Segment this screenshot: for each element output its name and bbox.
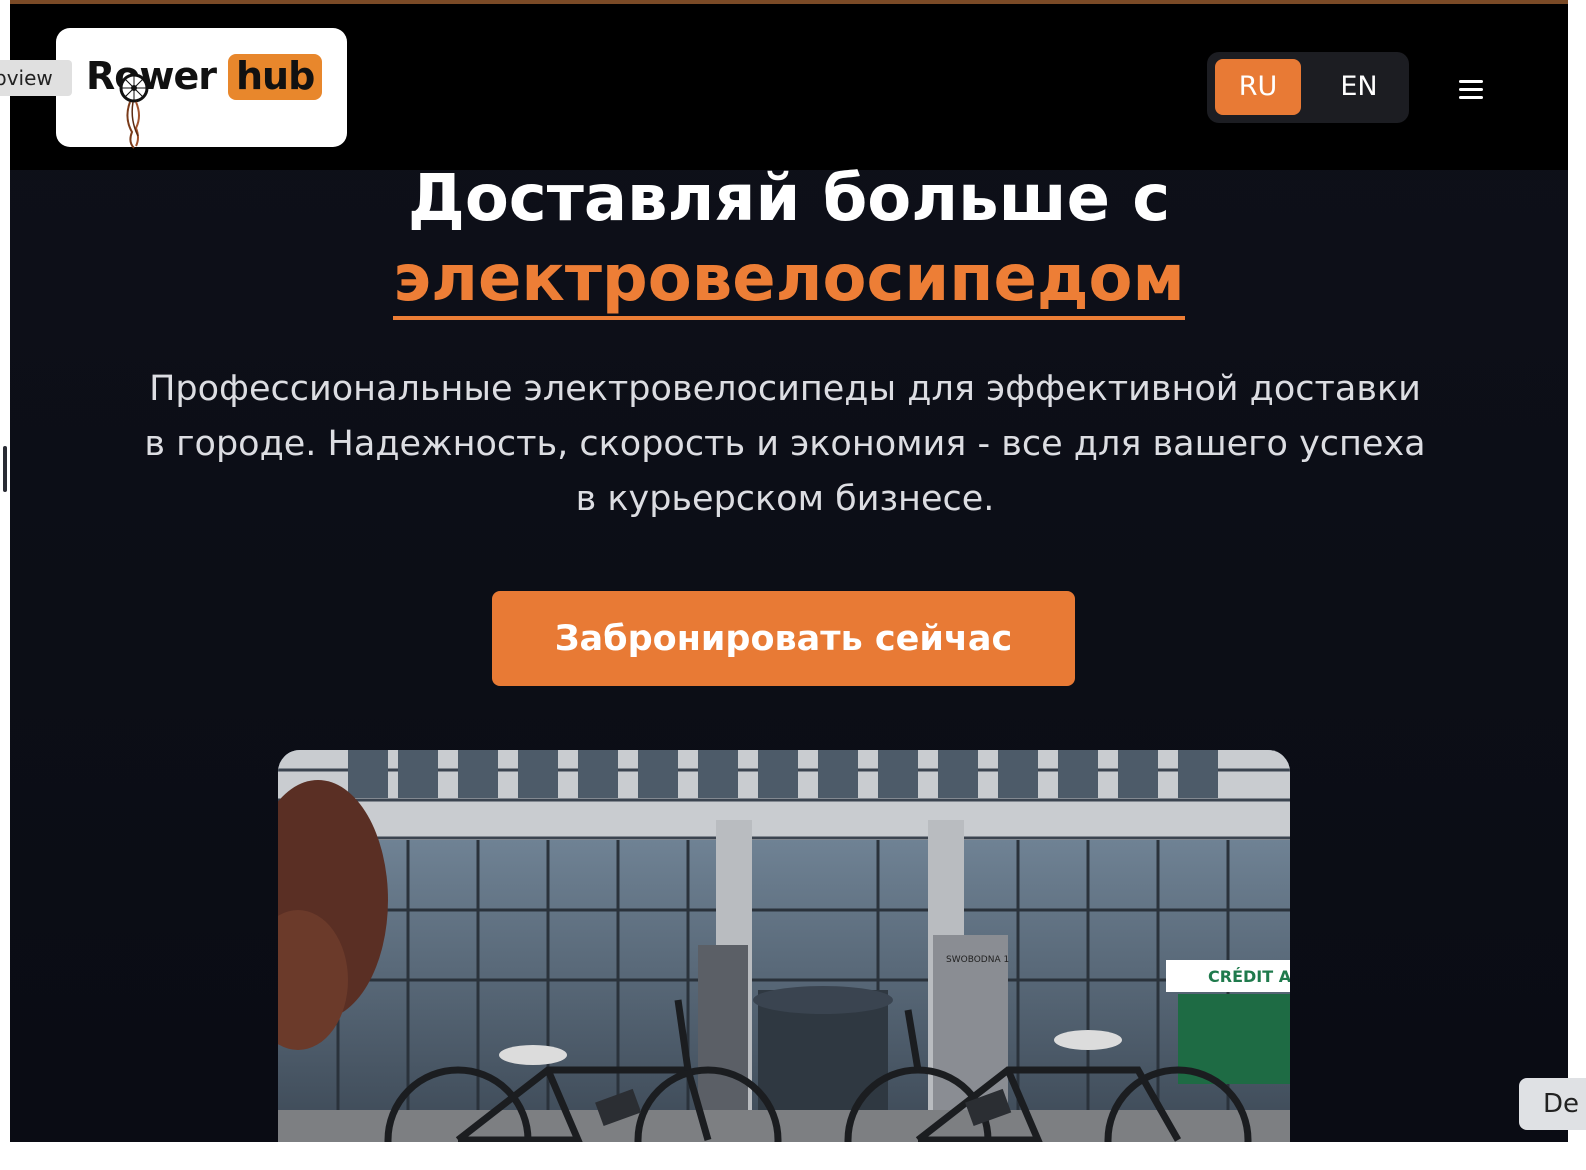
logo[interactable]: Rower hub <box>56 28 347 149</box>
scroll-handle[interactable] <box>3 446 7 492</box>
logo-text-hub: hub <box>228 54 323 100</box>
hero-subtitle: Профессиональные электровелосипеды для э… <box>144 369 1426 519</box>
bike-wheel-icon <box>119 73 149 149</box>
hero-image: SWOBODNA 1 CRÉDIT AG <box>278 750 1290 1142</box>
page-viewport: Rower hub RU EN Доставляй больше с элект… <box>10 0 1568 1142</box>
devtools-side-tab[interactable]: bview <box>0 60 72 96</box>
book-now-button[interactable]: Забронировать сейчас <box>492 591 1075 686</box>
hero-title-accent: электровелосипедом <box>10 238 1568 320</box>
hero-photo-illustration: SWOBODNA 1 CRÉDIT AG <box>278 750 1290 1142</box>
hero-title: Доставляй больше с <box>407 162 1171 236</box>
corner-floating-button[interactable]: De <box>1519 1078 1586 1130</box>
lang-ru-button[interactable]: RU <box>1215 59 1301 115</box>
bank-sign-text: CRÉDIT AG <box>1208 967 1290 986</box>
hero-title-accent-text: электровелосипедом <box>393 242 1185 320</box>
hamburger-icon[interactable] <box>1459 78 1487 102</box>
building-sign-text: SWOBODNA 1 <box>946 955 1009 965</box>
site-header: Rower hub RU EN <box>10 4 1568 170</box>
language-switcher: RU EN <box>1207 52 1409 123</box>
lang-en-button[interactable]: EN <box>1316 59 1402 115</box>
